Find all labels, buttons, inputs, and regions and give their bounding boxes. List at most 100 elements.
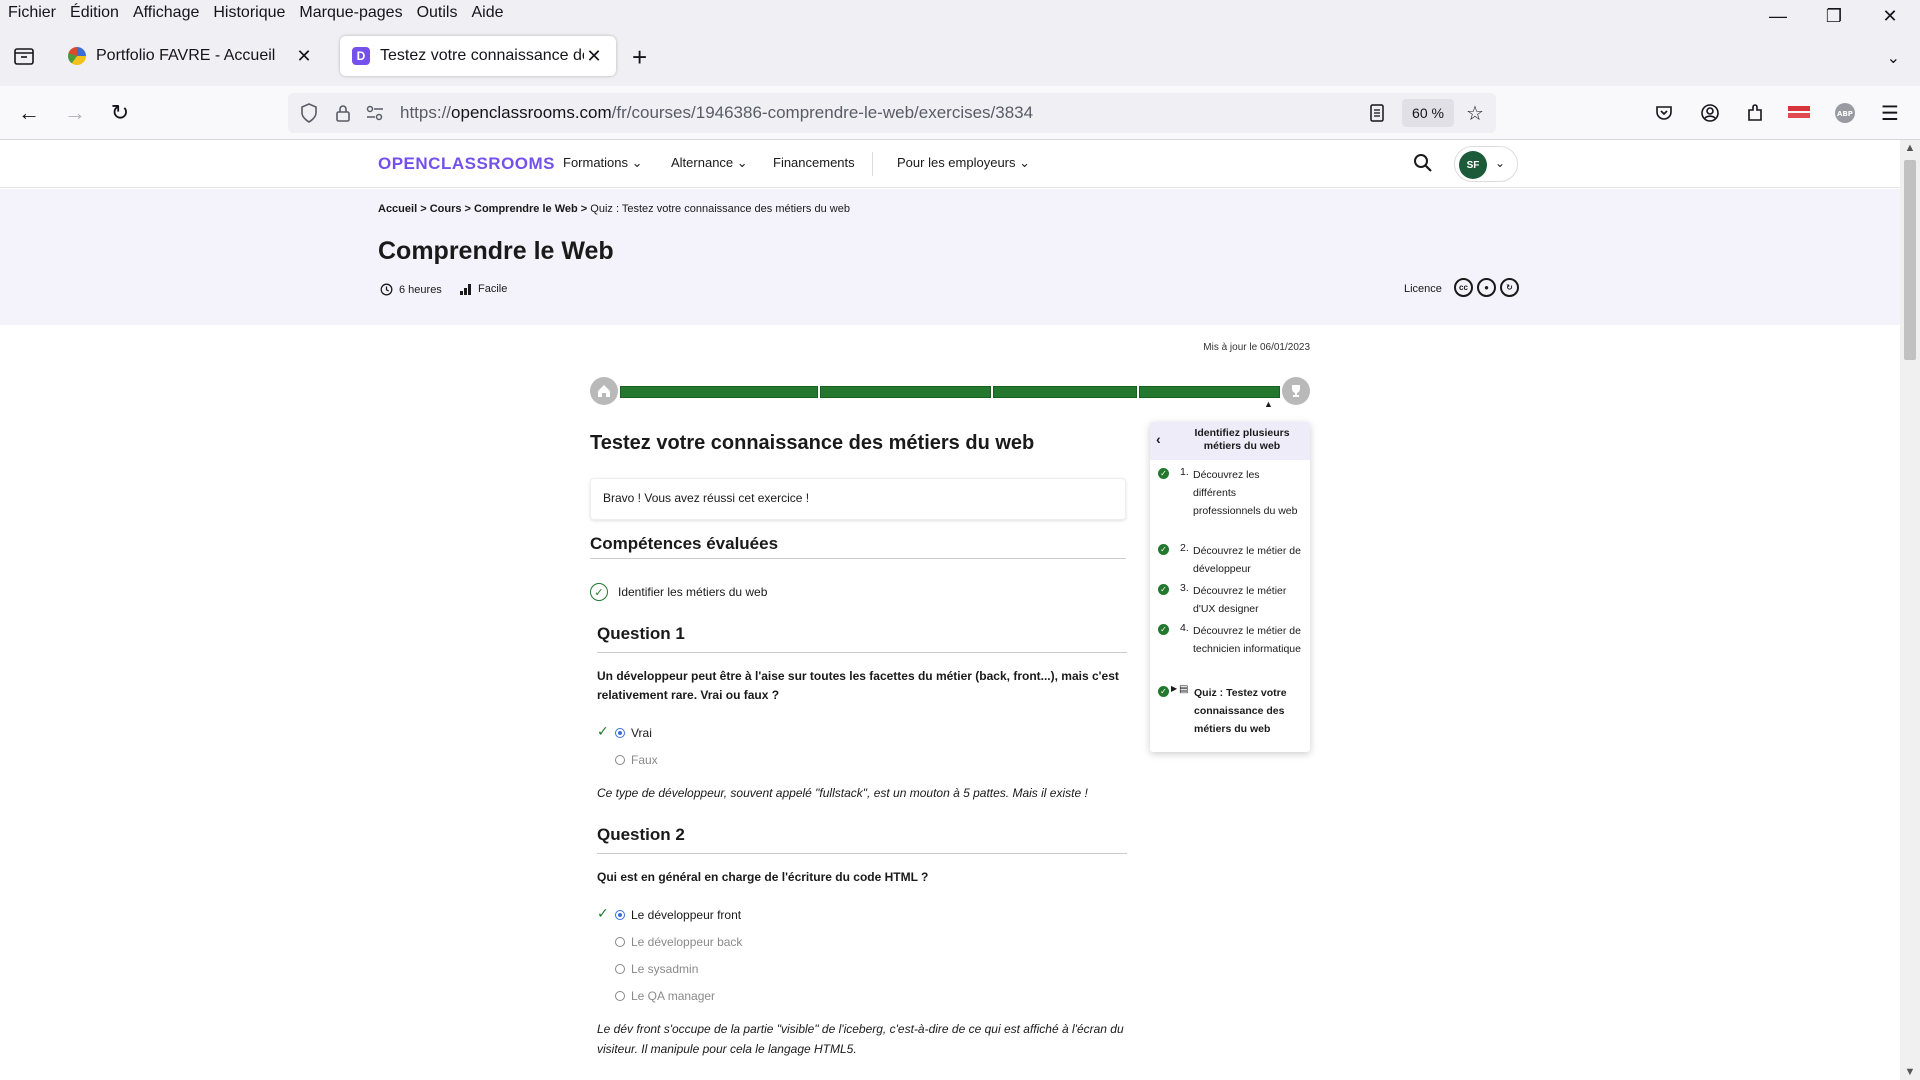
menu-fichier[interactable]: Fichier xyxy=(8,4,56,22)
nav-label: Alternance xyxy=(671,155,734,170)
zoom-level-button[interactable]: 60 % xyxy=(1402,99,1454,127)
document-icon: ▤ xyxy=(1179,684,1189,695)
close-icon[interactable]: ✕ xyxy=(584,46,604,67)
menu-affichage[interactable]: Affichage xyxy=(133,4,199,22)
scroll-down-icon[interactable]: ▼ xyxy=(1900,1066,1920,1078)
breadcrumb-home[interactable]: Accueil xyxy=(378,203,417,215)
level-text: Facile xyxy=(478,283,508,295)
chevron-down-icon[interactable]: ⌄ xyxy=(1887,48,1900,68)
menu-marque-pages[interactable]: Marque-pages xyxy=(299,4,402,22)
radio-checked-icon[interactable] xyxy=(615,727,625,738)
chapter-number: 2. xyxy=(1180,542,1189,554)
check-circle-icon: ✓ xyxy=(1158,624,1169,635)
question-title: Question 2 xyxy=(597,825,1127,854)
nav-label: Pour les employeurs xyxy=(897,155,1016,170)
answer-option[interactable]: ✓ Le développeur front xyxy=(597,901,1127,928)
answer-option[interactable]: Le sysadmin xyxy=(597,955,1127,982)
difficulty-bars-icon xyxy=(460,284,471,295)
nav-financements[interactable]: Financements xyxy=(773,155,855,170)
chevron-down-icon: ⌄ xyxy=(736,155,748,170)
back-icon[interactable]: ← xyxy=(16,100,42,126)
question-text: Qui est en général en charge de l'écritu… xyxy=(597,870,929,884)
page-scrollbar[interactable]: ▲ ▼ xyxy=(1900,140,1920,1080)
tab-title: Portfolio FAVRE - Accueil xyxy=(96,47,276,64)
scrollbar-thumb[interactable] xyxy=(1904,160,1916,360)
answer-explanation: Ce type de développeur, souvent appelé "… xyxy=(597,786,1088,800)
check-circle-icon: ✓ xyxy=(1158,468,1169,479)
url-host: openclassrooms.com xyxy=(451,103,612,122)
openclassrooms-logo[interactable]: OPENCLASSROOMS xyxy=(378,154,555,174)
radio-icon[interactable] xyxy=(615,754,625,765)
trophy-icon[interactable] xyxy=(1282,377,1310,405)
reader-view-icon[interactable] xyxy=(1366,102,1388,124)
course-level: Facile xyxy=(459,283,507,295)
colorful-globe-icon xyxy=(68,47,86,65)
breadcrumb-course[interactable]: Comprendre le Web xyxy=(474,203,578,215)
url-bar[interactable]: https://openclassrooms.com/fr/courses/19… xyxy=(288,93,1496,133)
avatar: SF xyxy=(1459,151,1487,179)
progress-segment[interactable] xyxy=(993,386,1137,398)
menu-bar: Fichier Édition Affichage Historique Mar… xyxy=(0,0,1920,26)
licence-icons[interactable]: cc ● ↻ xyxy=(1454,278,1519,297)
extensions-icon[interactable] xyxy=(1742,100,1768,126)
tab-quiz[interactable]: D Testez votre connaissance des métiers … xyxy=(340,36,616,76)
result-message: Bravo ! Vous avez réussi cet exercice ! xyxy=(590,478,1126,520)
close-icon[interactable]: ✕ xyxy=(294,46,314,67)
pocket-icon[interactable] xyxy=(1651,100,1677,126)
shield-icon[interactable] xyxy=(298,102,320,124)
nav-employeurs[interactable]: Pour les employeurs ⌄ xyxy=(897,155,1030,171)
menu-historique[interactable]: Historique xyxy=(213,4,285,22)
course-duration: 6 heures xyxy=(380,283,442,296)
answer-label: Faux xyxy=(631,752,658,767)
menu-outils[interactable]: Outils xyxy=(417,4,458,22)
correct-check-icon: ✓ xyxy=(597,905,609,921)
nav-label: Formations xyxy=(563,155,629,170)
site-header: OPENCLASSROOMS Formations ⌄ Alternance ⌄… xyxy=(0,140,1900,188)
lock-icon[interactable] xyxy=(332,102,354,124)
new-tab-icon[interactable]: + xyxy=(632,42,647,73)
reload-icon[interactable]: ↻ xyxy=(107,100,133,126)
chapter-number: 1. xyxy=(1180,466,1189,478)
breadcrumb-courses[interactable]: Cours xyxy=(430,203,462,215)
home-icon[interactable] xyxy=(590,377,618,405)
flag-extension-icon[interactable] xyxy=(1786,100,1812,126)
star-icon[interactable]: ☆ xyxy=(1464,102,1486,125)
nav-alternance[interactable]: Alternance ⌄ xyxy=(671,155,748,171)
user-menu-button[interactable]: SF ⌄ xyxy=(1454,146,1518,182)
progress-segment[interactable] xyxy=(1139,386,1280,398)
menu-aide[interactable]: Aide xyxy=(471,4,503,22)
openclassrooms-icon: D xyxy=(352,47,370,65)
radio-icon[interactable] xyxy=(615,936,625,947)
adblock-icon[interactable]: ABP xyxy=(1832,100,1858,126)
nav-formations[interactable]: Formations ⌄ xyxy=(563,155,643,171)
answer-option[interactable]: Le développeur back xyxy=(597,928,1127,955)
progress-segment[interactable] xyxy=(820,386,991,398)
answer-option[interactable]: Faux xyxy=(597,746,1127,773)
page-title: Comprendre le Web xyxy=(378,237,614,265)
chapter-label: Quiz : Testez votre connaissance des mét… xyxy=(1194,687,1287,735)
chapter-number: 4. xyxy=(1180,622,1189,634)
tab-bar: Portfolio FAVRE - Accueil ✕ D Testez vot… xyxy=(0,26,1920,86)
search-icon[interactable] xyxy=(1412,152,1436,176)
answer-option[interactable]: ✓ Vrai xyxy=(597,719,1127,746)
radio-icon[interactable] xyxy=(615,963,625,974)
chevron-left-icon[interactable]: ‹ xyxy=(1156,431,1161,447)
radio-icon[interactable] xyxy=(615,990,625,1001)
permissions-icon[interactable] xyxy=(364,102,386,124)
tab-portfolio[interactable]: Portfolio FAVRE - Accueil ✕ xyxy=(56,36,326,76)
chevron-down-icon: ⌄ xyxy=(1495,156,1506,170)
chevron-down-icon: ⌄ xyxy=(631,155,643,170)
tab-list-icon[interactable] xyxy=(12,44,38,70)
progress-segment[interactable] xyxy=(620,386,818,398)
attribution-icon: ● xyxy=(1477,278,1496,297)
account-icon[interactable] xyxy=(1697,100,1723,126)
radio-checked-icon[interactable] xyxy=(615,909,625,920)
question-text: Un développeur peut être à l'aise sur to… xyxy=(597,669,1119,702)
forward-icon[interactable]: → xyxy=(62,100,88,126)
scroll-up-icon[interactable]: ▲ xyxy=(1900,142,1920,154)
answer-option[interactable]: Le QA manager xyxy=(597,982,1127,1009)
menu-edition[interactable]: Édition xyxy=(70,4,119,22)
nav-divider xyxy=(872,152,873,176)
hamburger-menu-icon[interactable]: ☰ xyxy=(1877,100,1903,126)
url-text[interactable]: https://openclassrooms.com/fr/courses/19… xyxy=(400,103,1033,123)
